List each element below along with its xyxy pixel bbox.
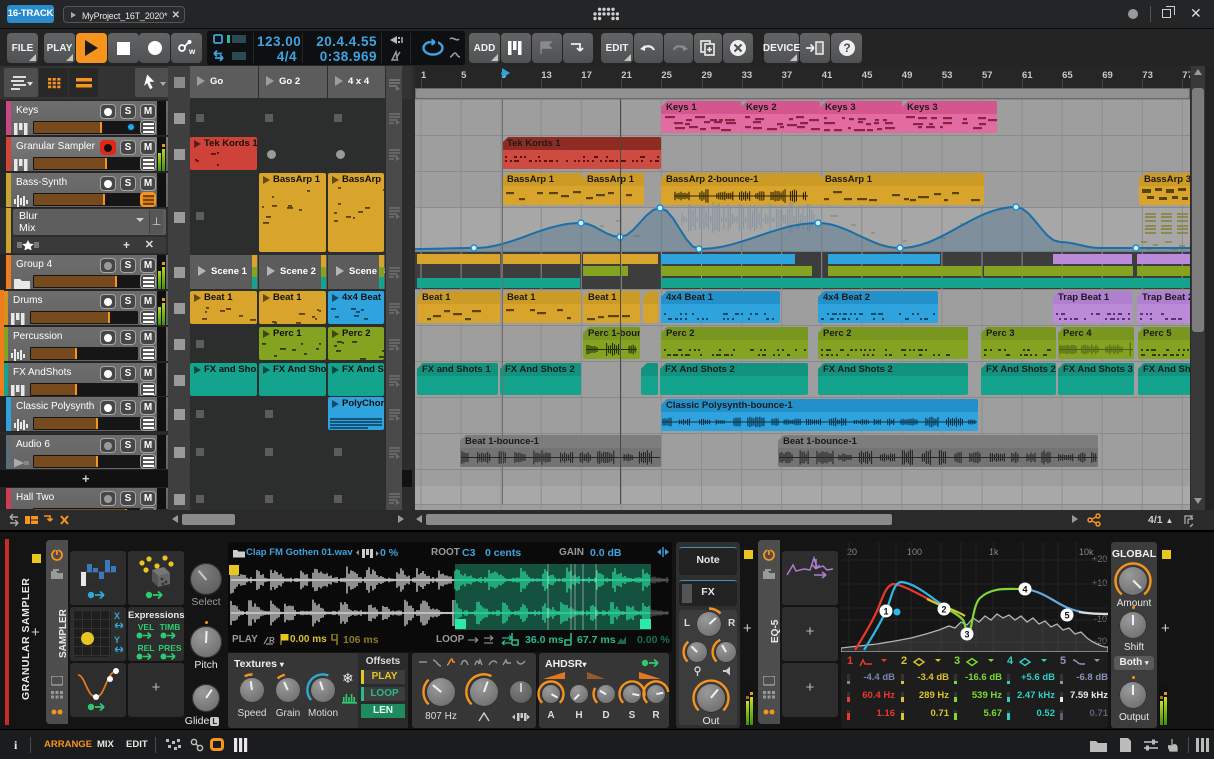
- svg-text:R: R: [269, 636, 275, 645]
- svg-text:4: 4: [1022, 585, 1027, 595]
- svg-text:2: 2: [941, 605, 946, 615]
- svg-text:3: 3: [964, 630, 969, 640]
- svg-text:5: 5: [1064, 611, 1069, 621]
- svg-text:?: ?: [843, 41, 850, 55]
- svg-text:1: 1: [883, 607, 888, 617]
- svg-text:w: w: [188, 47, 196, 56]
